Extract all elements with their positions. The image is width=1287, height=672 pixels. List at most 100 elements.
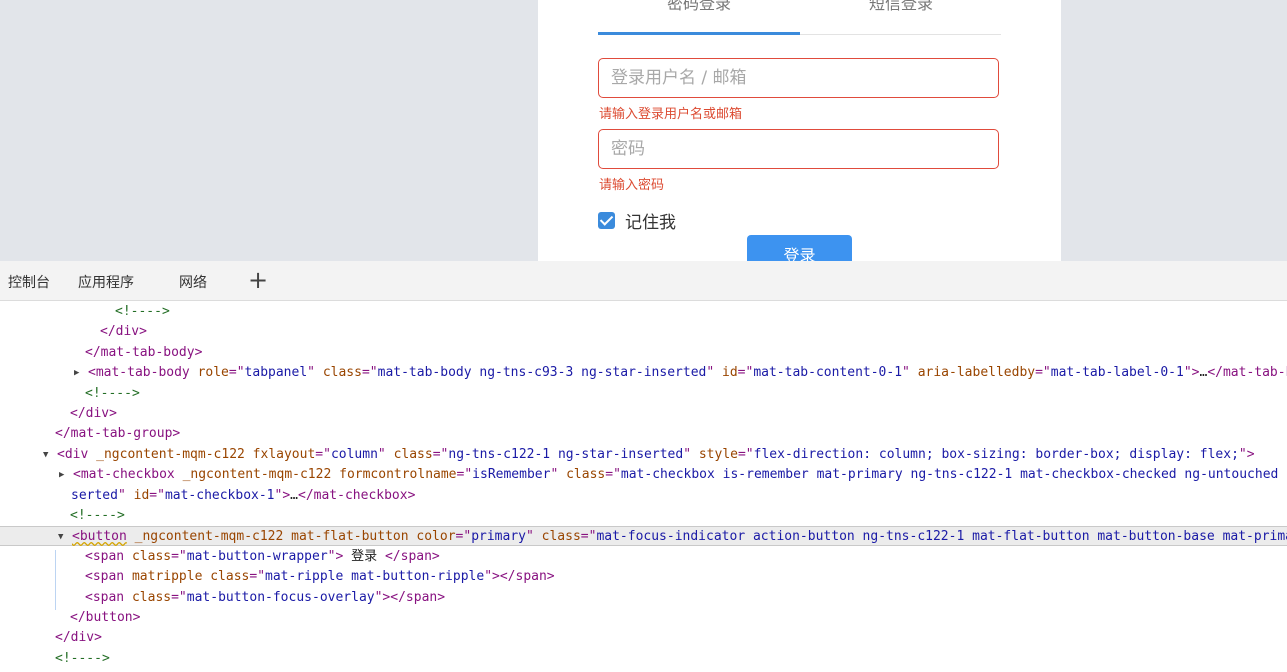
code-token: " <box>307 365 323 381</box>
checkbox-checked-icon[interactable] <box>598 211 615 229</box>
code-token: " <box>525 529 542 545</box>
dom-node-line[interactable]: </div> <box>0 322 1287 342</box>
dom-node-code: <span class="mat-button-wrapper"> 登录 </s… <box>85 547 440 567</box>
dom-node-line[interactable]: ▼ <button _ngcontent-mqm-c122 mat-flat-bu… <box>0 526 1287 547</box>
code-token: "> <box>484 569 500 585</box>
code-token: =" <box>228 365 245 381</box>
code-token: id <box>133 487 150 503</box>
code-token: _ngcontent-mqm-c122 formcontrolname <box>182 467 457 483</box>
code-token: </div> <box>55 630 102 646</box>
dom-node-line[interactable]: </div> <box>0 628 1287 648</box>
code-token: </mat-tab-body> <box>85 344 203 360</box>
dom-node-code: </mat-tab-body> <box>85 343 202 363</box>
code-token: =" <box>432 446 449 462</box>
code-token: </span> <box>499 569 555 585</box>
dom-node-line[interactable]: <span matripple class="mat-ripple mat-bu… <box>0 567 1287 587</box>
code-token: </div> <box>100 324 147 340</box>
dom-node-code: <span matripple class="mat-ripple mat-bu… <box>85 567 555 587</box>
dom-node-line[interactable]: </button> <box>0 608 1287 628</box>
collapse-triangle-icon[interactable]: ▼ <box>43 445 48 465</box>
code-token: </mat-tab-group> <box>55 426 181 442</box>
code-token: </button> <box>70 610 141 625</box>
remember-me-checkbox[interactable]: 记住我 <box>598 210 676 233</box>
dom-node-code: <!----> <box>115 302 170 322</box>
tab-sms-login[interactable]: 短信登录 <box>800 0 1002 34</box>
dom-node-code: </div> <box>70 404 117 424</box>
code-token: =" <box>737 365 754 381</box>
tab-console[interactable]: 控制台 <box>8 272 50 292</box>
dom-node-code: </div> <box>100 322 147 342</box>
code-token: 登录 <box>343 548 385 564</box>
code-token: color <box>416 529 456 545</box>
expand-triangle-icon[interactable]: ▶ <box>74 363 79 383</box>
dom-node-line[interactable]: </div> <box>0 404 1287 424</box>
dom-node-line[interactable]: <!----> <box>0 506 1287 526</box>
code-token: class <box>566 467 606 483</box>
code-token: "> <box>274 487 291 503</box>
dom-node-line[interactable]: ▼ <div _ngcontent-mqm-c122 fxlayout="colu… <box>0 445 1287 465</box>
app-viewport: 密码登录 短信登录 请输入登录用户名或邮箱 请输入密码 记住我 登录 <box>0 0 1287 261</box>
code-token: column <box>330 446 378 462</box>
code-token: =" <box>580 529 597 545</box>
code-token: =" <box>455 529 472 545</box>
collapse-triangle-icon[interactable]: ▼ <box>58 527 63 547</box>
code-token: isRemember <box>472 467 551 483</box>
code-token: mat-button-wrapper <box>186 548 328 564</box>
dom-node-code: <!----> <box>55 649 110 669</box>
code-token: </div> <box>70 406 117 421</box>
username-input[interactable] <box>599 59 998 97</box>
code-token: <button <box>72 529 127 545</box>
tab-password-login[interactable]: 密码登录 <box>598 0 800 34</box>
code-token: " <box>117 487 134 503</box>
code-token: <span <box>85 548 132 564</box>
code-token: " <box>377 446 394 462</box>
code-token: mat-tab-label-0-1 <box>1050 365 1184 381</box>
code-token: <span <box>85 589 132 605</box>
dom-node-line[interactable]: <span class="mat-button-focus-overlay"><… <box>0 588 1287 608</box>
code-token: … <box>290 487 298 503</box>
code-token: <div <box>57 446 97 462</box>
dom-node-line[interactable]: <!----> <box>0 302 1287 322</box>
code-token: tabpanel <box>244 365 308 381</box>
selection-guide-line <box>55 550 56 610</box>
add-tab-plus-icon[interactable]: + <box>248 265 268 295</box>
dom-node-line[interactable]: <span class="mat-button-wrapper"> 登录 </s… <box>0 547 1287 567</box>
dom-node-line[interactable]: <!----> <box>0 649 1287 669</box>
dom-node-line[interactable]: <!----> <box>0 384 1287 404</box>
dom-node-line[interactable]: serted" id="mat-checkbox-1">…</mat-check… <box>0 486 1287 506</box>
dom-node-line[interactable]: </mat-tab-body> <box>0 343 1287 363</box>
code-token: role <box>197 365 229 381</box>
code-token: =" <box>605 467 621 483</box>
code-token: class <box>131 548 172 564</box>
code-token: =" <box>315 446 331 462</box>
username-field[interactable] <box>598 58 999 98</box>
dom-node-code: <span class="mat-button-focus-overlay"><… <box>85 588 445 608</box>
code-token: "> <box>374 589 391 605</box>
devtools-panel: 控制台 应用程序 网络 + <!----> </div> </mat-tab-bod… <box>0 261 1287 672</box>
code-token: <mat-checkbox <box>73 467 183 483</box>
password-input[interactable] <box>599 130 998 168</box>
code-token: =" <box>361 365 378 381</box>
dom-node-line[interactable]: ▶ <mat-checkbox _ngcontent-mqm-c122 formc… <box>0 465 1287 485</box>
code-token: mat-tab-content-0-1 <box>753 365 903 381</box>
code-token: id <box>722 365 738 381</box>
dom-node-code: serted" id="mat-checkbox-1">…</mat-check… <box>71 486 415 506</box>
dom-node-line[interactable]: ▶ <mat-tab-body role="tabpanel" class="ma… <box>0 363 1287 383</box>
expand-triangle-icon[interactable]: ▶ <box>59 465 64 485</box>
code-token: " <box>683 446 699 462</box>
login-card: 密码登录 短信登录 请输入登录用户名或邮箱 请输入密码 记住我 登录 <box>538 0 1061 261</box>
code-token: =" <box>737 446 754 462</box>
tab-application[interactable]: 应用程序 <box>78 272 134 292</box>
dom-node-code: <!----> <box>70 506 125 526</box>
dom-node-line[interactable]: </mat-tab-group> <box>0 424 1287 444</box>
code-token: "> <box>1238 446 1255 462</box>
login-button[interactable]: 登录 <box>747 235 852 261</box>
password-field[interactable] <box>598 129 999 169</box>
code-token: <!----> <box>70 508 125 523</box>
code-token: <!----> <box>115 304 170 319</box>
code-token: <mat-tab-body <box>88 365 198 381</box>
active-tab-indicator <box>598 32 800 35</box>
code-token: mat-ripple mat-button-ripple <box>265 569 485 585</box>
code-token: </mat-tab-body> <box>1207 365 1287 381</box>
tab-network[interactable]: 网络 <box>179 272 207 292</box>
